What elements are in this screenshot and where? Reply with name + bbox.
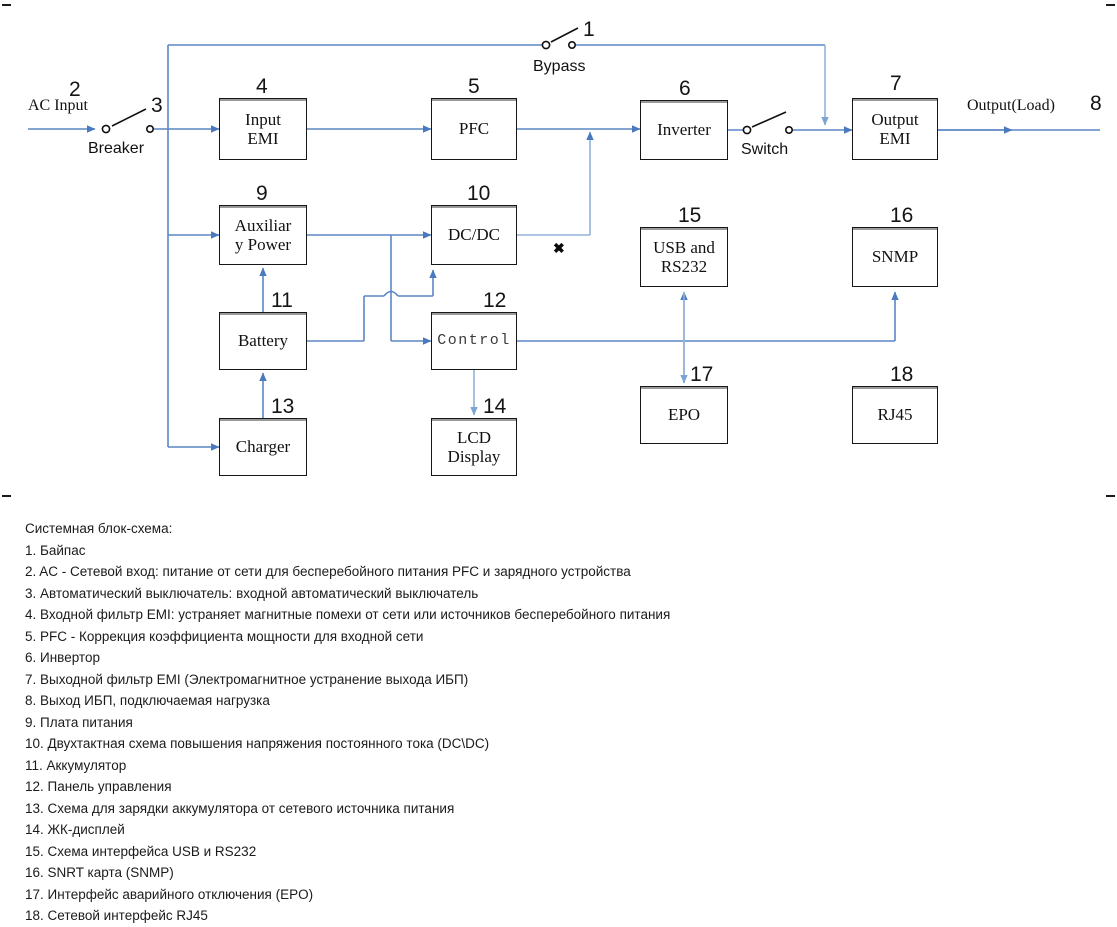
block-number-18: 18 bbox=[890, 363, 914, 386]
legend-item: 15. Схема интерфейса USB и RS232 bbox=[25, 843, 257, 859]
block-charger: Charger bbox=[219, 418, 307, 476]
block-number-1: 1 bbox=[583, 18, 595, 41]
block-label: DC/DC bbox=[448, 225, 500, 245]
legend-item: 6. Инвертор bbox=[25, 650, 100, 665]
block-number-10: 10 bbox=[467, 182, 491, 205]
block-label: Battery bbox=[237, 331, 289, 351]
bypass-label: Bypass bbox=[533, 58, 586, 75]
block-number-12: 12 bbox=[483, 289, 507, 312]
block-inverter: Inverter bbox=[640, 100, 728, 160]
block-label: Control bbox=[437, 331, 511, 349]
crop-mark-top-left bbox=[2, 4, 11, 6]
block-snmp: SNMP bbox=[852, 227, 938, 287]
block-label: USB and RS232 bbox=[653, 237, 715, 276]
legend-item: 3. Автоматический выключатель: входной а… bbox=[25, 585, 479, 601]
block-usb-and-rs232: USB and RS232 bbox=[640, 227, 728, 287]
block-number-6: 6 bbox=[679, 77, 691, 100]
block-label: Inverter bbox=[657, 120, 711, 140]
legend-item: 17. Интерфейс аварийного отключения (EPO… bbox=[25, 886, 314, 902]
block-number-5: 5 bbox=[468, 75, 480, 98]
block-dc-dc: DC/DC bbox=[431, 205, 517, 265]
block-auxiliary-power: Auxiliar y Power bbox=[219, 205, 307, 265]
block-epo: EPO bbox=[640, 386, 728, 444]
breaker-label: Breaker bbox=[88, 140, 145, 157]
block-control: Control bbox=[431, 312, 517, 370]
block-number-16: 16 bbox=[890, 204, 914, 227]
block-rj45: RJ45 bbox=[852, 386, 938, 444]
block-number-8: 8 bbox=[1090, 92, 1102, 115]
block-label: Auxiliar y Power bbox=[234, 215, 292, 254]
block-battery: Battery bbox=[219, 312, 307, 370]
legend-item: 2. AC - Сетевой вход: питание от сети дл… bbox=[25, 564, 631, 579]
block-label: PFC bbox=[458, 119, 490, 139]
block-diagram: Input EMI PFC Inverter Output EMI Auxiliar y Po… bbox=[0, 0, 1117, 500]
block-input-emi: Input EMI bbox=[219, 98, 307, 160]
block-number-13: 13 bbox=[271, 395, 295, 418]
block-number-3: 3 bbox=[151, 94, 163, 117]
block-label: RJ45 bbox=[877, 405, 913, 425]
block-number-7: 7 bbox=[890, 72, 902, 95]
block-label: Input EMI bbox=[245, 109, 281, 148]
switch-label: Switch bbox=[741, 141, 789, 158]
legend-heading: Системная блок-схема: bbox=[25, 521, 173, 536]
legend-item: 12. Панель управления bbox=[25, 779, 172, 794]
legend-item: 11. Аккумулятор bbox=[25, 757, 127, 773]
output-load-label: Output(Load) bbox=[967, 97, 1055, 114]
legend-item: 10. Двухтактная схема повышения напряжен… bbox=[25, 736, 490, 751]
block-lcd-display: LCD Display bbox=[431, 418, 517, 476]
block-output-emi: Output EMI bbox=[852, 98, 938, 160]
block-label: LCD Display bbox=[447, 427, 501, 466]
block-number-15: 15 bbox=[678, 204, 702, 227]
block-pfc: PFC bbox=[431, 98, 517, 160]
legend-item: 1. Байпас bbox=[25, 542, 86, 558]
legend-item: 8. Выход ИБП, подключаемая нагрузка bbox=[25, 693, 270, 708]
legend-item: 13. Схема для зарядки аккумулятора от се… bbox=[25, 800, 455, 816]
legend-item: 5. PFC - Коррекция коэффициента мощности… bbox=[25, 628, 424, 644]
block-number-4: 4 bbox=[256, 75, 268, 98]
x-marker-icon: ✖ bbox=[553, 240, 565, 256]
crop-mark-mid-left bbox=[2, 495, 11, 497]
legend-item: 7. Выходной фильтр EMI (Электромагнитное… bbox=[25, 671, 469, 687]
block-label: SNMP bbox=[871, 247, 919, 267]
crop-mark-mid-right bbox=[1106, 495, 1115, 497]
block-label: Charger bbox=[235, 437, 291, 457]
legend-item: 16. SNRT карта (SNMP) bbox=[25, 865, 174, 880]
ac-input-label: AC Input bbox=[28, 97, 88, 114]
block-label: Output EMI bbox=[871, 109, 919, 148]
legend-item: 18. Сетевой интерфейс RJ45 bbox=[25, 908, 208, 923]
legend-item: 9. Плата питания bbox=[25, 714, 133, 730]
legend-item: 4. Входной фильтр EMI: устраняет магнитн… bbox=[25, 607, 671, 622]
block-number-11: 11 bbox=[271, 289, 293, 312]
legend-item: 14. ЖК-дисплей bbox=[25, 822, 125, 837]
block-number-17: 17 bbox=[690, 363, 714, 386]
block-label: EPO bbox=[667, 405, 701, 425]
legend-list: Системная блок-схема: 1. Байпас 2. AC - … bbox=[25, 518, 1085, 927]
block-number-14: 14 bbox=[483, 395, 507, 418]
crop-mark-top-right bbox=[1106, 4, 1115, 6]
block-number-9: 9 bbox=[256, 182, 268, 205]
